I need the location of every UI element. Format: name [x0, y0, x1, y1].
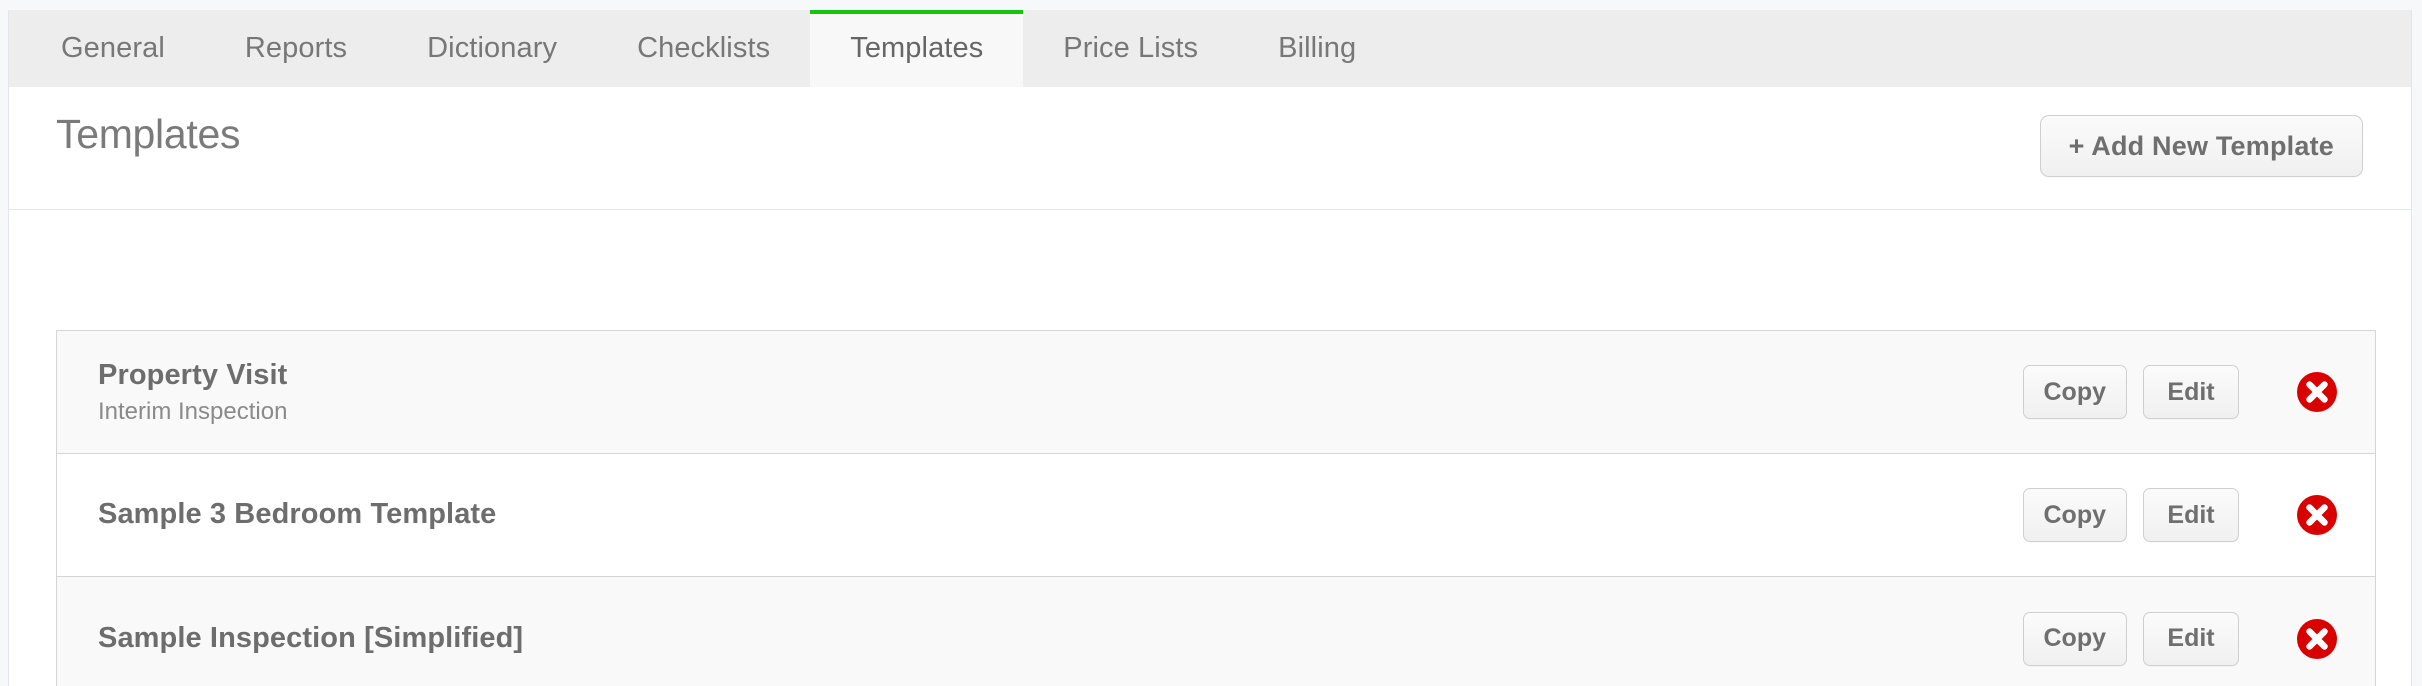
- template-row-texts: Property Visit Interim Inspection: [98, 359, 2023, 426]
- edit-template-button[interactable]: Edit: [2143, 488, 2239, 542]
- tab-dictionary[interactable]: Dictionary: [387, 10, 597, 87]
- tab-reports[interactable]: Reports: [205, 10, 387, 87]
- tab-billing[interactable]: Billing: [1238, 10, 1396, 87]
- template-row-actions: Copy Edit: [2022, 365, 2356, 419]
- template-row-actions: Copy Edit: [2022, 611, 2356, 666]
- settings-panel: General Reports Dictionary Checklists Templa…: [8, 10, 2412, 686]
- copy-template-button[interactable]: Copy: [2022, 365, 2127, 419]
- edit-template-button[interactable]: Edit: [2143, 365, 2239, 419]
- template-subtitle: Interim Inspection: [98, 397, 288, 425]
- copy-template-button[interactable]: Copy: [2022, 611, 2127, 666]
- template-row-texts: Sample Inspection [Simplified]: [98, 622, 2023, 655]
- delete-template-icon[interactable]: [2297, 495, 2337, 535]
- template-name: Property Visit: [98, 358, 288, 391]
- template-name: Sample Inspection [Simplified]: [98, 621, 524, 654]
- tab-price-lists[interactable]: Price Lists: [1023, 10, 1238, 87]
- edit-template-button[interactable]: Edit: [2143, 611, 2239, 666]
- delete-template-icon[interactable]: [2297, 618, 2337, 659]
- settings-tab-bar: General Reports Dictionary Checklists Templa…: [9, 10, 2411, 88]
- page-header: Templates + Add New Template: [9, 87, 2411, 210]
- add-new-template-button[interactable]: + Add New Template: [2039, 115, 2363, 177]
- template-row-texts: Sample 3 Bedroom Template: [98, 498, 2023, 531]
- template-row: Sample Inspection [Simplified] Copy Edit: [57, 577, 2375, 686]
- template-row: Property Visit Interim Inspection Copy Edit: [57, 331, 2375, 454]
- templates-list: Property Visit Interim Inspection Copy Edit…: [56, 330, 2376, 686]
- template-name: Sample 3 Bedroom Template: [98, 498, 497, 531]
- template-row-actions: Copy Edit: [2022, 488, 2356, 542]
- app-root: General Reports Dictionary Checklists Templa…: [0, 0, 2422, 686]
- page-title: Templates: [56, 111, 241, 157]
- delete-template-icon[interactable]: [2297, 372, 2337, 412]
- copy-template-button[interactable]: Copy: [2022, 488, 2127, 542]
- tab-templates[interactable]: Templates: [810, 10, 1024, 88]
- tab-checklists[interactable]: Checklists: [597, 10, 810, 87]
- template-row: Sample 3 Bedroom Template Copy Edit: [57, 454, 2375, 577]
- tab-general[interactable]: General: [21, 10, 205, 87]
